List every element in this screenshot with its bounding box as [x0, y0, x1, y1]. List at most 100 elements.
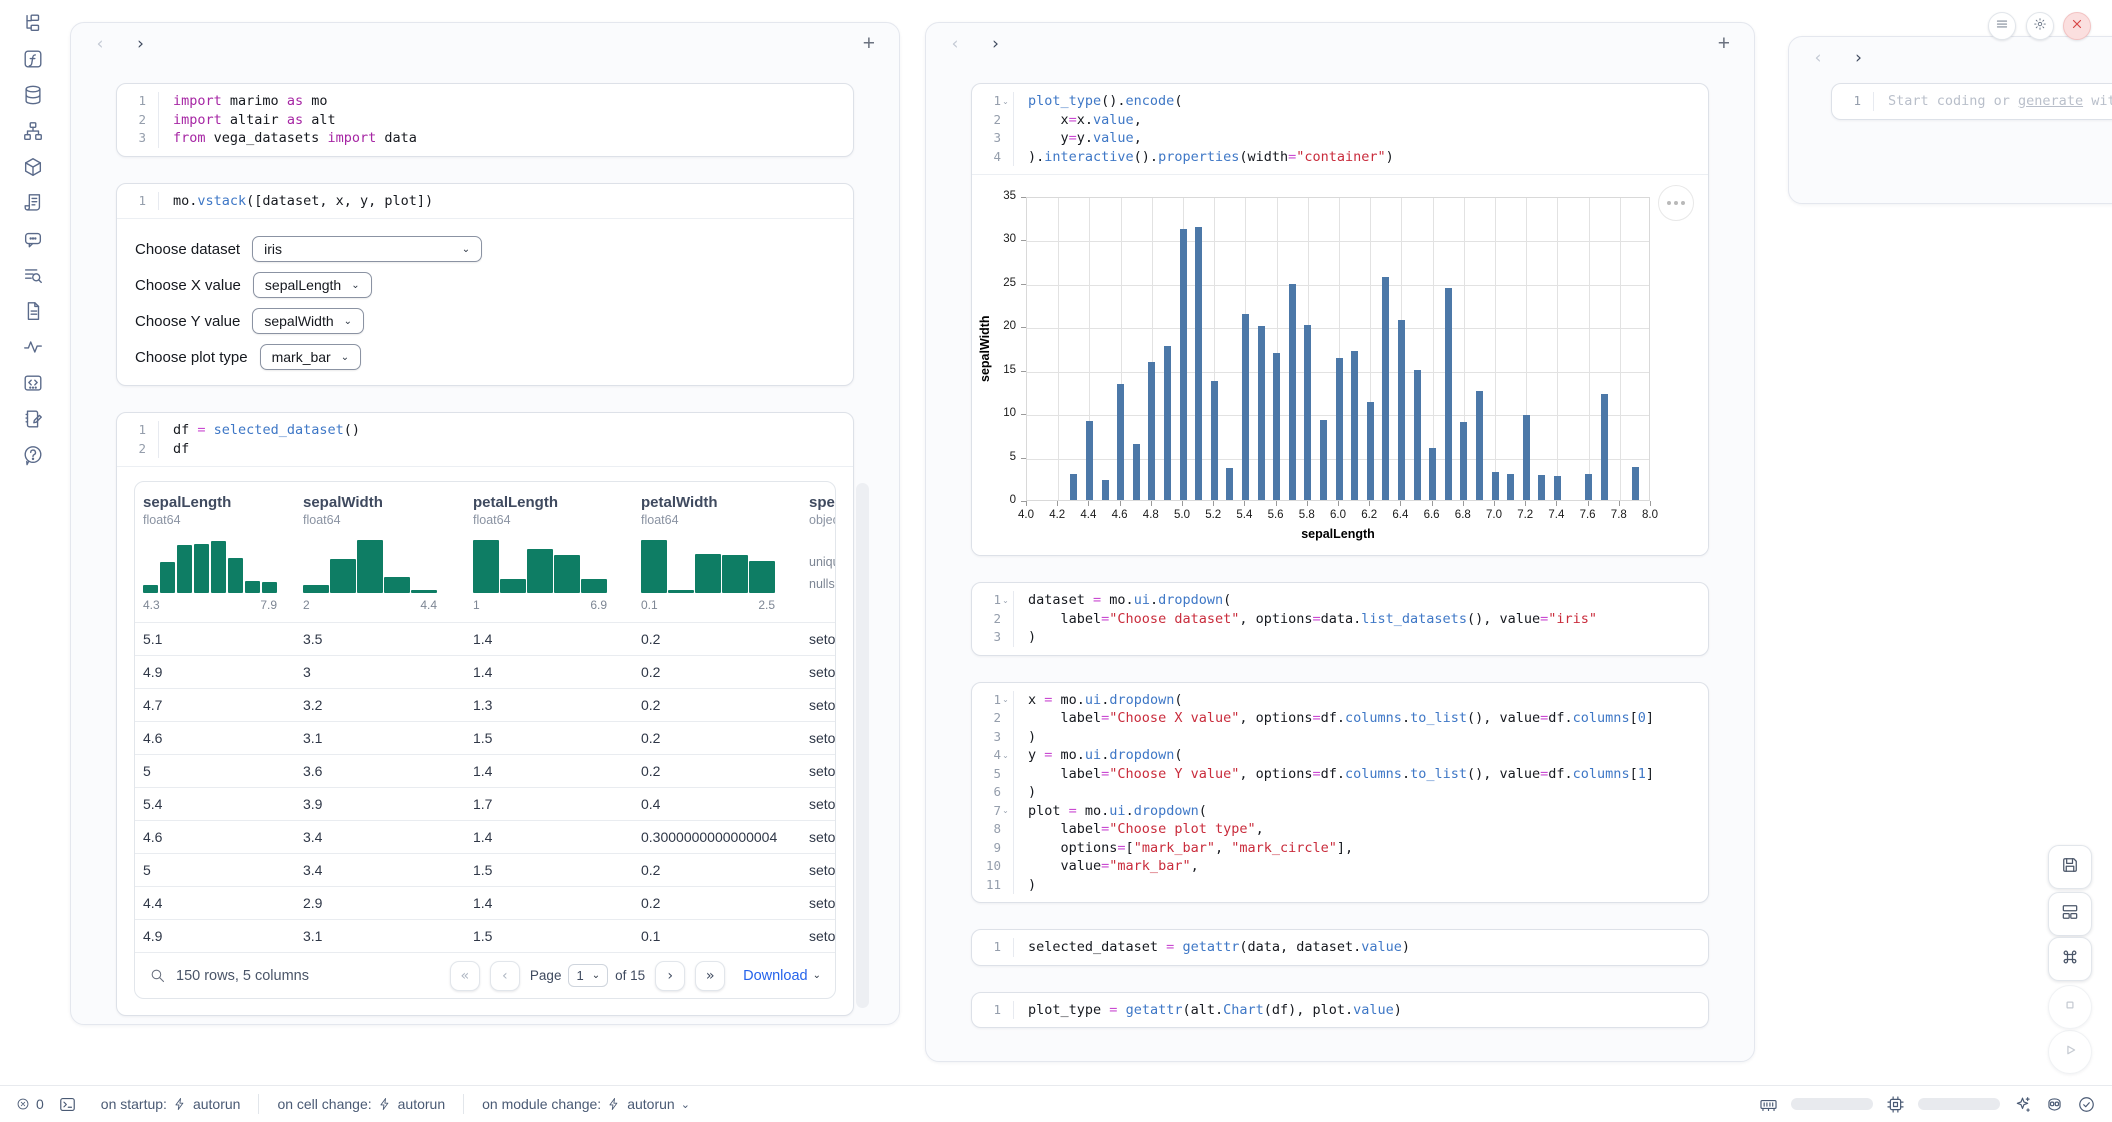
file-explorer-icon[interactable]: [22, 12, 44, 34]
cell-editor[interactable]: 1⌄234⌄567⌄891011x = mo.ui.dropdown( labe…: [972, 683, 1708, 903]
run-button[interactable]: [2048, 1030, 2092, 1074]
runtime-config-1[interactable]: on startup:autorun: [101, 1096, 241, 1112]
table-row[interactable]: 4.63.41.40.3000000000000004setosa: [135, 820, 835, 853]
runtime-config-3[interactable]: on module change:autorun⌄: [482, 1096, 690, 1112]
table-column-header[interactable]: speciesobjectunique:nulls:: [801, 482, 835, 622]
table-row[interactable]: 4.931.40.2setosa: [135, 655, 835, 688]
ai-sparkles-button[interactable]: [2013, 1095, 2032, 1114]
fold-toggle-icon[interactable]: ⌄: [1001, 751, 1010, 760]
last-page-button[interactable]: »: [695, 961, 725, 991]
column-back-button[interactable]: ‹: [950, 36, 960, 53]
fold-toggle-icon[interactable]: ⌄: [1001, 596, 1010, 605]
generate-with-ai-link[interactable]: generate: [2018, 93, 2083, 109]
download-button[interactable]: Download⌄: [743, 968, 821, 984]
cell-editor[interactable]: 12df = selected_dataset()df: [117, 413, 853, 466]
table-row[interactable]: 4.73.21.30.2setosa: [135, 688, 835, 721]
cell-editor[interactable]: 1plot_type = getattr(alt.Chart(df), plot…: [972, 993, 1708, 1028]
selected-dataset-cell[interactable]: 1selected_dataset = getattr(data, datase…: [971, 929, 1709, 966]
table-column-header[interactable]: petalWidthfloat640.12.5: [633, 482, 801, 622]
cell-editor[interactable]: 1⌄23dataset = mo.ui.dropdown( label="Cho…: [972, 583, 1708, 655]
code-area[interactable]: plot_type().encode( x=x.value, y=y.value…: [1014, 92, 1708, 166]
table-column-header[interactable]: sepalWidthfloat6424.4: [295, 482, 465, 622]
tracing-icon[interactable]: [22, 336, 44, 358]
chart-actions-button[interactable]: [1658, 185, 1694, 221]
table-row[interactable]: 5.43.91.70.4setosa: [135, 787, 835, 820]
table-row[interactable]: 4.63.11.50.2setosa: [135, 721, 835, 754]
column-forward-button[interactable]: ›: [990, 36, 1000, 53]
dependency-graph-icon[interactable]: [22, 120, 44, 142]
column-forward-button[interactable]: ›: [1853, 50, 1863, 67]
table-row[interactable]: 5.13.51.40.2setosa: [135, 622, 835, 655]
next-page-button[interactable]: ›: [655, 961, 685, 991]
empty-code-cell[interactable]: 1 Start coding or generate with AI: [1831, 83, 2112, 120]
table-column-header[interactable]: sepalLengthfloat644.37.9: [135, 482, 295, 622]
copilot-button[interactable]: [2045, 1095, 2064, 1114]
first-page-button[interactable]: «: [450, 961, 480, 991]
dropdown-choose-y-value[interactable]: sepalWidth⌄: [252, 308, 364, 334]
imports-cell[interactable]: 123import marimo as moimport altair as a…: [116, 83, 854, 157]
column-back-button[interactable]: ‹: [95, 36, 105, 53]
code-area[interactable]: mo.vstack([dataset, x, y, plot]): [159, 192, 853, 211]
dropdown-choose-dataset[interactable]: iris⌄: [252, 236, 482, 262]
plot-type-cell[interactable]: 1plot_type = getattr(alt.Chart(df), plot…: [971, 992, 1709, 1029]
shutdown-button[interactable]: [2063, 12, 2091, 40]
help-icon[interactable]: [22, 444, 44, 466]
table-row[interactable]: 53.41.50.2setosa: [135, 853, 835, 886]
dataset-dropdown-cell[interactable]: 1⌄23dataset = mo.ui.dropdown( label="Cho…: [971, 582, 1709, 656]
chart-plot-area[interactable]: [1026, 197, 1650, 501]
code-area[interactable]: plot_type = getattr(alt.Chart(df), plot.…: [1014, 1001, 1708, 1020]
errors-indicator[interactable]: 0: [16, 1096, 44, 1112]
table-row[interactable]: 4.42.91.40.2setosa: [135, 886, 835, 919]
save-button[interactable]: [2048, 845, 2092, 889]
fold-toggle-icon[interactable]: ⌄: [1001, 695, 1010, 704]
runtime-config-2[interactable]: on cell change:autorun: [277, 1096, 445, 1112]
snippets-icon[interactable]: [22, 372, 44, 394]
editor-placeholder[interactable]: Start coding or generate with AI: [1888, 92, 2112, 111]
table-column-header[interactable]: petalLengthfloat6416.9: [465, 482, 633, 622]
functions-icon[interactable]: [22, 48, 44, 70]
dropdown-choose-x-value[interactable]: sepalLength⌄: [253, 272, 372, 298]
code-area[interactable]: x = mo.ui.dropdown( label="Choose X valu…: [1014, 691, 1708, 895]
cpu-usage-meter[interactable]: [1918, 1098, 2000, 1110]
logs-icon[interactable]: [22, 192, 44, 214]
previous-page-button[interactable]: ‹: [490, 961, 520, 991]
scrollbar[interactable]: [856, 483, 869, 1008]
stop-button[interactable]: [2048, 985, 2092, 1029]
ram-usage-meter[interactable]: [1791, 1098, 1873, 1110]
code-area[interactable]: selected_dataset = getattr(data, dataset…: [1014, 938, 1708, 957]
documentation-icon[interactable]: [22, 300, 44, 322]
cell-editor[interactable]: 1selected_dataset = getattr(data, datase…: [972, 930, 1708, 965]
cell-editor[interactable]: 1⌄234plot_type().encode( x=x.value, y=y.…: [972, 84, 1708, 174]
layout-toggle-button[interactable]: [2048, 892, 2092, 936]
settings-button[interactable]: [2026, 12, 2054, 40]
dropdown-choose-plot-type[interactable]: mark_bar⌄: [260, 344, 362, 370]
fold-toggle-icon[interactable]: ⌄: [1001, 806, 1010, 815]
cell-editor[interactable]: 123import marimo as moimport altair as a…: [117, 84, 853, 156]
column-forward-button[interactable]: ›: [135, 36, 145, 53]
page-select[interactable]: 1⌄: [568, 964, 608, 987]
terminal-button[interactable]: [58, 1095, 77, 1114]
vstack-cell[interactable]: 1mo.vstack([dataset, x, y, plot])Choose …: [116, 183, 854, 387]
table-row[interactable]: 53.61.40.2setosa: [135, 754, 835, 787]
table-row[interactable]: 4.93.11.50.1setosa: [135, 919, 835, 952]
chat-icon[interactable]: [22, 228, 44, 250]
dataframe-cell[interactable]: 12df = selected_dataset()df sepalLengthfl…: [116, 412, 854, 1016]
fold-toggle-icon[interactable]: ⌄: [1001, 97, 1010, 106]
datasources-icon[interactable]: [22, 84, 44, 106]
search-icon[interactable]: [149, 967, 166, 984]
scratchpad-icon[interactable]: [22, 408, 44, 430]
add-cell-button[interactable]: +: [1718, 32, 1730, 56]
keyboard-shortcuts-button[interactable]: [2048, 937, 2092, 981]
code-area[interactable]: df = selected_dataset()df: [159, 421, 853, 458]
code-area[interactable]: import marimo as moimport altair as altf…: [159, 92, 853, 148]
add-cell-button[interactable]: +: [863, 32, 875, 56]
code-area[interactable]: dataset = mo.ui.dropdown( label="Choose …: [1014, 591, 1708, 647]
menu-button[interactable]: [1988, 12, 2016, 40]
variables-icon[interactable]: [22, 264, 44, 286]
xy-plot-dropdowns-cell[interactable]: 1⌄234⌄567⌄891011x = mo.ui.dropdown( labe…: [971, 682, 1709, 904]
plot-cell[interactable]: 1⌄234plot_type().encode( x=x.value, y=y.…: [971, 83, 1709, 556]
cell-editor[interactable]: 1mo.vstack([dataset, x, y, plot]): [117, 184, 853, 219]
packages-icon[interactable]: [22, 156, 44, 178]
connection-status-icon[interactable]: [2077, 1095, 2096, 1114]
column-back-button[interactable]: ‹: [1813, 50, 1823, 67]
